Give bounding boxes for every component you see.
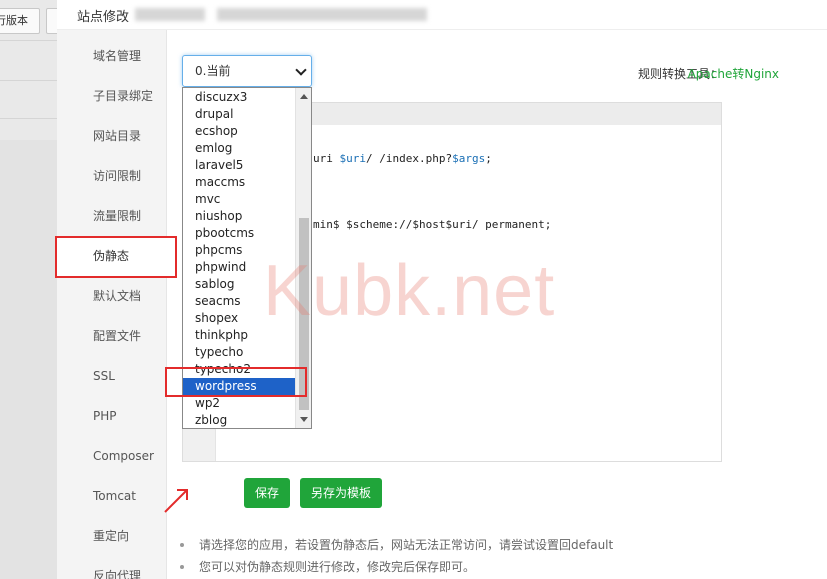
highlight-box-rewrite <box>55 236 177 278</box>
dropdown-option[interactable]: niushop <box>183 208 295 225</box>
blurred-site-name <box>217 8 427 21</box>
dropdown-option[interactable]: maccms <box>183 174 295 191</box>
sidebar-item-subdir[interactable]: 子目录绑定 <box>57 76 167 116</box>
sidebar-item-site-dir[interactable]: 网站目录 <box>57 116 167 156</box>
sidebar-item-redirect[interactable]: 重定向 <box>57 516 167 556</box>
sidebar-item-composer[interactable]: Composer <box>57 436 167 476</box>
dropdown-option[interactable]: ecshop <box>183 123 295 140</box>
tips-list: 请选择您的应用，若设置伪静态后，网站无法正常访问，请尝试设置回default 您… <box>180 536 613 579</box>
bullet-icon <box>180 565 184 569</box>
save-button[interactable]: 保存 <box>244 478 290 508</box>
dropdown-option[interactable]: drupal <box>183 106 295 123</box>
modal-sidebar: 域名管理 子目录绑定 网站目录 访问限制 流量限制 伪静态 默认文档 配置文件 … <box>57 30 167 579</box>
background-divider <box>0 118 57 119</box>
modal-header: 站点修改 <box>57 0 827 30</box>
save-as-template-button[interactable]: 另存为模板 <box>300 478 382 508</box>
sidebar-item-traffic[interactable]: 流量限制 <box>57 196 167 236</box>
background-version-button[interactable]: 行版本 <box>0 8 40 34</box>
background-table-area <box>0 140 57 579</box>
dropdown-option[interactable]: zblog <box>183 412 295 428</box>
select-value: 0.当前 <box>195 64 231 78</box>
dropdown-option[interactable]: wp2 <box>183 395 295 412</box>
sidebar-item-tomcat[interactable]: Tomcat <box>57 476 167 516</box>
sidebar-item-config[interactable]: 配置文件 <box>57 316 167 356</box>
sidebar-item-reverse-proxy[interactable]: 反向代理 <box>57 556 167 579</box>
sidebar-item-access[interactable]: 访问限制 <box>57 156 167 196</box>
modal-title: 站点修改 <box>77 10 130 25</box>
dropdown-option[interactable]: emlog <box>183 140 295 157</box>
dropdown-option[interactable]: discuzx3 <box>183 89 295 106</box>
rewrite-template-select[interactable]: 0.当前 <box>182 55 312 87</box>
apache-to-nginx-link[interactable]: Apache转Nginx <box>688 65 779 82</box>
dropdown-option[interactable]: laravel5 <box>183 157 295 174</box>
watermark: Kubk.net <box>263 251 556 331</box>
background-divider <box>0 40 57 41</box>
sidebar-item-default-doc[interactable]: 默认文档 <box>57 276 167 316</box>
code-line-try-files: uri $uri/ /index.php?$args; <box>313 152 492 165</box>
dropdown-option[interactable]: typecho <box>183 344 295 361</box>
scroll-down-arrow-icon[interactable] <box>300 417 308 422</box>
sidebar-item-php[interactable]: PHP <box>57 396 167 436</box>
dropdown-option[interactable]: pbootcms <box>183 225 295 242</box>
dropdown-option[interactable]: mvc <box>183 191 295 208</box>
tip-item: 您可以对伪静态规则进行修改，修改完后保存即可。 <box>180 558 613 579</box>
scroll-up-arrow-icon[interactable] <box>300 94 308 99</box>
blurred-site-name <box>135 8 205 21</box>
highlight-box-wordpress <box>165 367 307 397</box>
chevron-down-icon <box>295 64 307 76</box>
tip-item: 请选择您的应用，若设置伪静态后，网站无法正常访问，请尝试设置回default <box>180 536 613 558</box>
background-divider <box>0 80 57 81</box>
sidebar-item-domain[interactable]: 域名管理 <box>57 36 167 76</box>
code-line-rewrite: min$ $scheme://$host$uri/ permanent; <box>313 218 552 231</box>
bullet-icon <box>180 543 184 547</box>
sidebar-item-ssl[interactable]: SSL <box>57 356 167 396</box>
red-arrow-annotation <box>164 489 188 513</box>
